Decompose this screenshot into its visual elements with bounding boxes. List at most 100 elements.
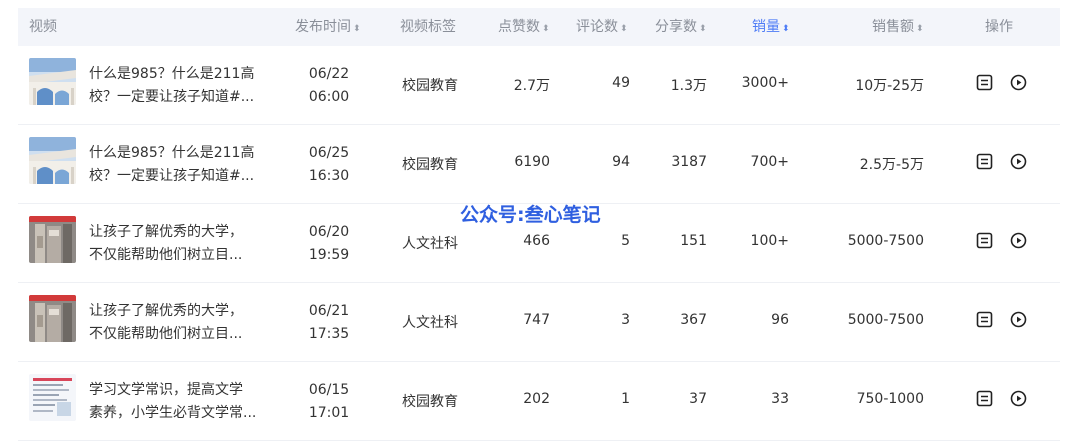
comments-count: 5: [621, 233, 630, 249]
play-circle-icon[interactable]: [1010, 390, 1027, 407]
sales-volume: 33: [771, 391, 789, 407]
video-thumbnail[interactable]: [29, 58, 76, 105]
sales-volume: 100+: [750, 233, 789, 249]
publish-date: 06/22: [308, 66, 350, 82]
sales-volume: 96: [771, 312, 789, 328]
publish-clock: 06:00: [308, 89, 350, 105]
video-title-line1: 让孩子了解优秀的大学，: [89, 303, 243, 319]
sales-amount: 10万-25万: [855, 78, 924, 94]
shares-count: 3187: [671, 154, 707, 170]
publish-time: 06/21 17:35: [300, 300, 358, 346]
publish-time: 06/20 19:59: [300, 221, 358, 267]
video-thumbnail[interactable]: [29, 137, 76, 184]
publish-clock: 17:01: [308, 405, 350, 421]
sales-volume: 3000+: [741, 75, 789, 91]
sort-icon: ⬍: [353, 24, 361, 34]
shares-count: 151: [680, 233, 707, 249]
play-circle-icon[interactable]: [1010, 74, 1027, 91]
video-tag: 校园教育: [402, 394, 458, 410]
header-shares[interactable]: 分享数 ⬍: [655, 8, 707, 46]
video-title[interactable]: 什么是985？什么是211高 校？一定要让孩子知道#...: [89, 142, 279, 188]
video-tag: 人文社科: [402, 236, 458, 252]
header-sales-amount[interactable]: 销售额 ⬍: [872, 8, 924, 46]
row-actions: [976, 74, 1039, 94]
watermark-text: 公众号:叁心笔记: [460, 204, 601, 226]
list-detail-icon[interactable]: [976, 153, 993, 170]
play-circle-icon[interactable]: [1010, 232, 1027, 249]
table-row[interactable]: 让孩子了解优秀的大学， 不仅能帮助他们树立目... 06/21 17:35 人文…: [18, 283, 1060, 362]
likes-count: 466: [523, 233, 550, 249]
shares-count: 1.3万: [670, 78, 707, 94]
table-row[interactable]: 什么是985？什么是211高 校？一定要让孩子知道#... 06/25 16:3…: [18, 125, 1060, 204]
sort-icon: ⬍: [916, 24, 924, 34]
header-sales-volume[interactable]: 销量 ⬍: [752, 8, 790, 46]
play-circle-icon[interactable]: [1010, 311, 1027, 328]
header-video: 视频: [29, 19, 57, 35]
header-video-tag: 视频标签: [400, 19, 456, 35]
publish-date: 06/15: [308, 382, 350, 398]
video-title[interactable]: 让孩子了解优秀的大学， 不仅能帮助他们树立目...: [89, 300, 279, 346]
row-actions: [976, 153, 1039, 173]
list-detail-icon[interactable]: [976, 390, 993, 407]
sales-volume: 700+: [750, 154, 789, 170]
video-title[interactable]: 学习文学常识，提高文学 素养，小学生必背文学常...: [89, 379, 279, 425]
comments-count: 1: [621, 391, 630, 407]
video-title-line2: 校？一定要让孩子知道#...: [89, 89, 255, 105]
likes-count: 6190: [514, 154, 550, 170]
header-publish-time[interactable]: 发布时间 ⬍: [295, 8, 361, 46]
list-detail-icon[interactable]: [976, 74, 993, 91]
table-header: 视频 发布时间 ⬍ 视频标签 点赞数 ⬍ 评论数 ⬍ 分享数 ⬍ 销量 ⬍ 销售额 ⬍ 操作: [18, 8, 1060, 46]
row-actions: [976, 232, 1039, 252]
sort-icon: ⬍: [542, 24, 550, 34]
publish-clock: 16:30: [308, 168, 350, 184]
video-tag: 校园教育: [402, 78, 458, 94]
header-comments[interactable]: 评论数 ⬍: [576, 8, 628, 46]
sort-icon: ⬍: [699, 24, 707, 34]
publish-date: 06/21: [308, 303, 350, 319]
publish-time: 06/25 16:30: [300, 142, 358, 188]
sales-amount: 5000-7500: [847, 312, 924, 328]
video-title[interactable]: 让孩子了解优秀的大学， 不仅能帮助他们树立目...: [89, 221, 279, 267]
video-title-line1: 让孩子了解优秀的大学，: [89, 224, 243, 240]
sort-icon: ⬍: [620, 24, 628, 34]
header-likes[interactable]: 点赞数 ⬍: [498, 8, 550, 46]
video-title[interactable]: 什么是985？什么是211高 校？一定要让孩子知道#...: [89, 63, 279, 109]
video-title-line2: 校？一定要让孩子知道#...: [89, 168, 255, 184]
video-thumbnail[interactable]: [29, 295, 76, 342]
video-tag: 人文社科: [402, 315, 458, 331]
likes-count: 2.7万: [513, 78, 550, 94]
video-title-line2: 不仅能帮助他们树立目...: [89, 326, 243, 342]
sales-amount: 750-1000: [856, 391, 924, 407]
publish-date: 06/20: [308, 224, 350, 240]
video-title-line1: 什么是985？什么是211高: [89, 145, 255, 161]
shares-count: 367: [680, 312, 707, 328]
video-thumbnail[interactable]: [29, 374, 76, 421]
video-thumbnail[interactable]: [29, 216, 76, 263]
comments-count: 94: [612, 154, 630, 170]
comments-count: 49: [612, 75, 630, 91]
video-title-line2: 素养，小学生必背文学常...: [89, 405, 257, 421]
header-actions: 操作: [985, 19, 1013, 35]
video-title-line1: 学习文学常识，提高文学: [89, 382, 243, 398]
play-circle-icon[interactable]: [1010, 153, 1027, 170]
publish-date: 06/25: [308, 145, 350, 161]
table-body: 什么是985？什么是211高 校？一定要让孩子知道#... 06/22 06:0…: [18, 46, 1060, 441]
row-actions: [976, 311, 1039, 331]
row-actions: [976, 390, 1039, 410]
sort-icon: ⬍: [782, 24, 790, 34]
video-title-line1: 什么是985？什么是211高: [89, 66, 255, 82]
video-title-line2: 不仅能帮助他们树立目...: [89, 247, 243, 263]
sales-amount: 5000-7500: [847, 233, 924, 249]
shares-count: 37: [689, 391, 707, 407]
table-row[interactable]: 什么是985？什么是211高 校？一定要让孩子知道#... 06/22 06:0…: [18, 46, 1060, 125]
publish-time: 06/15 17:01: [300, 379, 358, 425]
publish-time: 06/22 06:00: [300, 63, 358, 109]
video-tag: 校园教育: [402, 157, 458, 173]
table-row[interactable]: 学习文学常识，提高文学 素养，小学生必背文学常... 06/15 17:01 校…: [18, 362, 1060, 441]
comments-count: 3: [621, 312, 630, 328]
list-detail-icon[interactable]: [976, 311, 993, 328]
sales-amount: 2.5万-5万: [859, 157, 924, 173]
likes-count: 747: [523, 312, 550, 328]
list-detail-icon[interactable]: [976, 232, 993, 249]
publish-clock: 17:35: [308, 326, 350, 342]
